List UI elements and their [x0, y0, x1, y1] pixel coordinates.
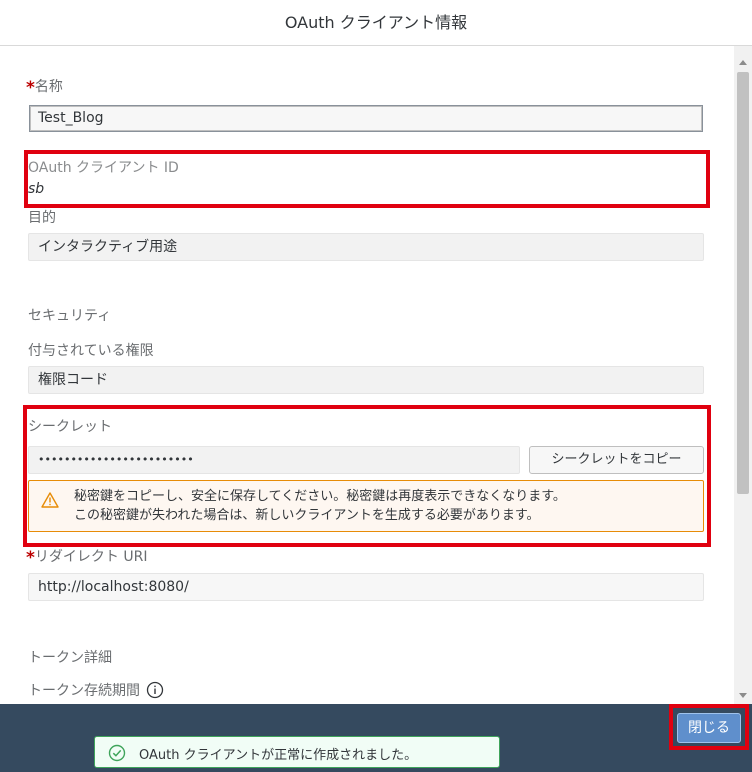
- grant-label: 付与されている権限: [28, 343, 154, 359]
- dialog-title: OAuth クライアント情報: [284, 13, 468, 32]
- token-section-title: トークン詳細: [28, 650, 112, 666]
- security-section-title: セキュリティ: [28, 308, 112, 324]
- success-toast: OAuth クライアントが正常に作成されました。: [94, 736, 500, 768]
- secret-field: ••••••••••••••••••••••••: [28, 446, 520, 474]
- required-marker: *: [26, 78, 35, 98]
- client-id-value: sb: [28, 181, 45, 197]
- scroll-up-arrow-icon[interactable]: [739, 60, 747, 65]
- redirect-uri-input[interactable]: http://localhost:8080/: [28, 573, 704, 601]
- purpose-label: 目的: [28, 210, 56, 226]
- redirect-uri-label: *リダイレクト URI: [26, 548, 148, 568]
- toast-message: OAuth クライアントが正常に作成されました。: [139, 748, 418, 763]
- dialog-content[interactable]: *名称 Test_Blog OAuth クライアント ID sb 目的 インタラ…: [0, 46, 734, 704]
- close-button[interactable]: 閉じる: [677, 713, 741, 743]
- secret-label: シークレット: [28, 419, 112, 435]
- success-check-icon: [108, 744, 126, 762]
- token-lifetime-label: トークン存続期間: [28, 680, 164, 700]
- copy-secret-button[interactable]: シークレットをコピー: [529, 446, 704, 474]
- grant-value: 権限コード: [28, 366, 704, 394]
- purpose-value: インタラクティブ用途: [28, 233, 704, 261]
- scroll-thumb[interactable]: [737, 72, 749, 494]
- info-icon[interactable]: [146, 681, 164, 699]
- scroll-down-arrow-icon[interactable]: [739, 693, 747, 698]
- vertical-scrollbar[interactable]: [734, 46, 752, 704]
- name-input[interactable]: Test_Blog: [29, 105, 703, 132]
- warning-message: 秘密鍵をコピーし、安全に保存してください。秘密鍵は再度表示できなくなります。 こ…: [74, 487, 566, 525]
- warning-icon: [41, 492, 59, 508]
- name-label: *名称: [26, 78, 63, 98]
- warning-line-1: 秘密鍵をコピーし、安全に保存してください。秘密鍵は再度表示できなくなります。: [74, 489, 566, 504]
- secret-warning: 秘密鍵をコピーし、安全に保存してください。秘密鍵は再度表示できなくなります。 こ…: [28, 480, 704, 532]
- client-id-label: OAuth クライアント ID: [28, 160, 179, 176]
- dialog-header: OAuth クライアント情報: [0, 0, 752, 46]
- required-marker: *: [26, 548, 35, 568]
- warning-line-2: この秘密鍵が失われた場合は、新しいクライアントを生成する必要があります。: [74, 508, 540, 523]
